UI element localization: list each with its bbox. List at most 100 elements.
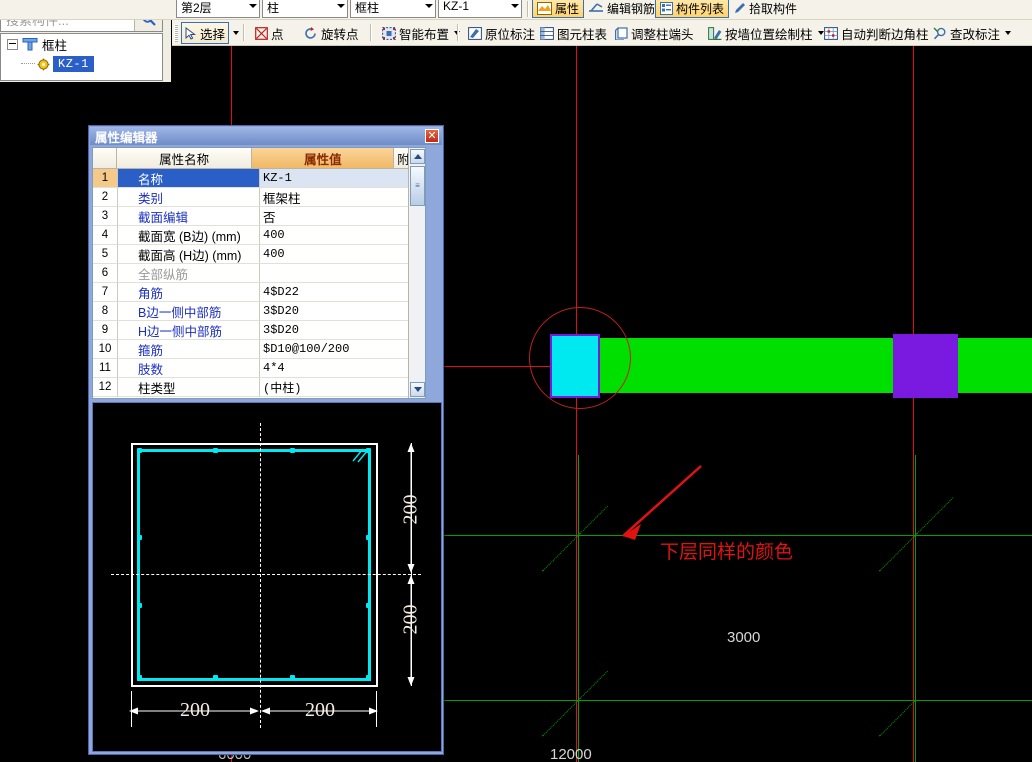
modify-dim-button[interactable]: 查改标注 [930,22,1014,44]
green-axis-vertical [915,455,916,762]
row-property-value[interactable]: 3$D20 [260,302,409,321]
table-row[interactable]: 5 截面高 (H边) (mm) 400 [93,245,425,264]
column-element-right[interactable] [893,334,958,398]
property-grid-scrollbar[interactable]: ≡ [408,148,425,398]
green-axis-vertical [578,455,579,762]
adjust-column-end-button[interactable]: 调整柱端头 [612,22,697,44]
component-select-value: KZ-1 [443,0,470,13]
row-property-value[interactable]: 否 [260,207,409,226]
smart-layout-button[interactable]: 智能布置 [379,22,463,44]
component-list-button[interactable]: 构件列表 [655,0,730,18]
rebar-dot [366,675,371,680]
row-property-name[interactable]: 箍筋 [118,340,260,359]
section-preview[interactable]: 200 200 200 200 [92,402,442,752]
tree-node-child-label[interactable]: KZ-1 [53,56,94,72]
property-grid[interactable]: 属性名称 属性值 附加 1 名称 KZ-1 2 类别 框架柱 3 截面编辑 否 [92,147,426,399]
inplace-dim-button[interactable]: 原位标注 [465,22,538,44]
table-row[interactable]: 11 肢数 4*4 [93,359,425,378]
row-property-value[interactable] [260,264,409,283]
row-index: 2 [93,188,118,207]
dimension-12000: 12000 [550,746,592,762]
row-property-value[interactable]: KZ-1 [260,169,409,188]
property-grid-header: 属性名称 属性值 附加 [93,148,425,169]
inplace-dim-button-label: 原位标注 [485,27,536,42]
edit-rebar-button[interactable]: 编辑钢筋 [584,0,659,18]
row-property-value[interactable]: 4*4 [260,359,409,378]
floor-select[interactable]: 第2层 [176,0,260,18]
component-tree[interactable]: 框柱 KZ-1 [0,33,163,81]
element-column-table-button[interactable]: 图元柱表 [537,22,610,44]
close-icon[interactable]: ✕ [425,129,439,143]
row-index: 4 [93,226,118,245]
rebar-dot [213,675,218,680]
table-row[interactable]: 1 名称 KZ-1 [93,169,425,188]
row-property-value[interactable]: 4$D22 [260,283,409,302]
annotation-text: 下层同样的颜色 [660,542,794,563]
row-property-value[interactable]: 3$D20 [260,321,409,340]
section-dim-bottom: 200 [399,604,422,635]
collapse-icon[interactable] [7,38,18,50]
tree-node-root[interactable]: 框柱 [1,34,162,54]
row-property-name[interactable]: 名称 [118,169,260,188]
rotate-point-button[interactable]: 旋转点 [301,22,362,44]
row-property-name[interactable]: 角筋 [118,283,260,302]
green-diagonal [879,699,917,737]
table-row[interactable]: 4 截面宽 (B边) (mm) 400 [93,226,425,245]
row-property-name[interactable]: 全部纵筋 [118,264,260,283]
row-property-name[interactable]: 类别 [118,188,260,207]
column-toolbar: 选择 点 旋转点 智能布置 原位标注 图元柱表 调整柱端头 按墙位置绘制柱 自动… [172,20,1032,46]
row-property-name[interactable]: H边一侧中部筋 [118,321,260,340]
rebar-dot [366,603,371,608]
row-property-name[interactable]: 柱类型 [118,378,260,397]
row-property-name[interactable]: 截面高 (H边) (mm) [118,245,260,264]
table-row[interactable]: 10 箍筋 $D10@100/200 [93,340,425,359]
category-select[interactable]: 柱 [262,0,348,18]
section-outline [131,685,377,687]
dialog-title-bar[interactable]: 属性编辑器 ✕ [90,127,442,145]
toolbar-grip[interactable] [174,24,178,42]
table-row[interactable]: 8 B边一侧中部筋 3$D20 [93,302,425,321]
row-property-name[interactable]: 肢数 [118,359,260,378]
scroll-thumb[interactable]: ≡ [410,166,425,206]
row-property-value[interactable]: 400 [260,226,409,245]
row-property-name[interactable]: 截面编辑 [118,207,260,226]
attribute-button[interactable]: 属性 [532,0,585,18]
point-button[interactable]: 点 [252,22,287,44]
table-row[interactable]: 3 截面编辑 否 [93,207,425,226]
select-button[interactable]: 选择 [181,22,230,44]
row-index: 7 [93,283,118,302]
scroll-down-button[interactable] [410,382,425,397]
scroll-up-button[interactable] [410,149,425,164]
section-outline [131,443,133,687]
row-property-name[interactable]: B边一侧中部筋 [118,302,260,321]
table-row[interactable]: 12 柱类型 (中柱) [93,378,425,397]
tree-node-child[interactable]: KZ-1 [1,54,162,74]
pick-component-button-label: 拾取构件 [749,1,798,16]
chevron-up-icon [413,154,422,159]
chevron-down-icon [413,387,422,392]
attribute-button-label: 属性 [555,1,580,16]
row-property-value[interactable]: $D10@100/200 [260,340,409,359]
cursor-icon [185,26,197,40]
row-property-name[interactable]: 截面宽 (B边) (mm) [118,226,260,245]
pick-component-button[interactable]: 拾取构件 [728,0,801,18]
column-icon [22,38,38,51]
table-row[interactable]: 9 H边一侧中部筋 3$D20 [93,321,425,340]
row-property-value[interactable]: 框架柱 [260,188,409,207]
component-select[interactable]: KZ-1 [438,0,522,18]
green-diagonal [879,534,917,572]
type-select[interactable]: 框柱 [350,0,436,18]
draw-column-by-wall-button[interactable]: 按墙位置绘制柱 [705,22,827,44]
dialog-title: 属性编辑器 [95,130,158,145]
row-property-value[interactable]: 400 [260,245,409,264]
dimension-right-arrows [407,443,415,686]
beam-element[interactable] [589,338,1032,393]
property-editor-dialog[interactable]: 属性编辑器 ✕ 属性名称 属性值 附加 1 名称 KZ-1 2 类别 框架柱 [88,125,444,755]
table-row[interactable]: 7 角筋 4$D22 [93,283,425,302]
table-row[interactable]: 6 全部纵筋 [93,264,425,283]
table-row[interactable]: 2 类别 框架柱 [93,188,425,207]
chevron-down-icon [249,4,257,8]
auto-detect-corner-column-button[interactable]: 自动判断边角柱 [821,22,932,44]
select-dropdown[interactable] [228,22,242,44]
row-property-value[interactable]: (中柱) [260,378,409,397]
